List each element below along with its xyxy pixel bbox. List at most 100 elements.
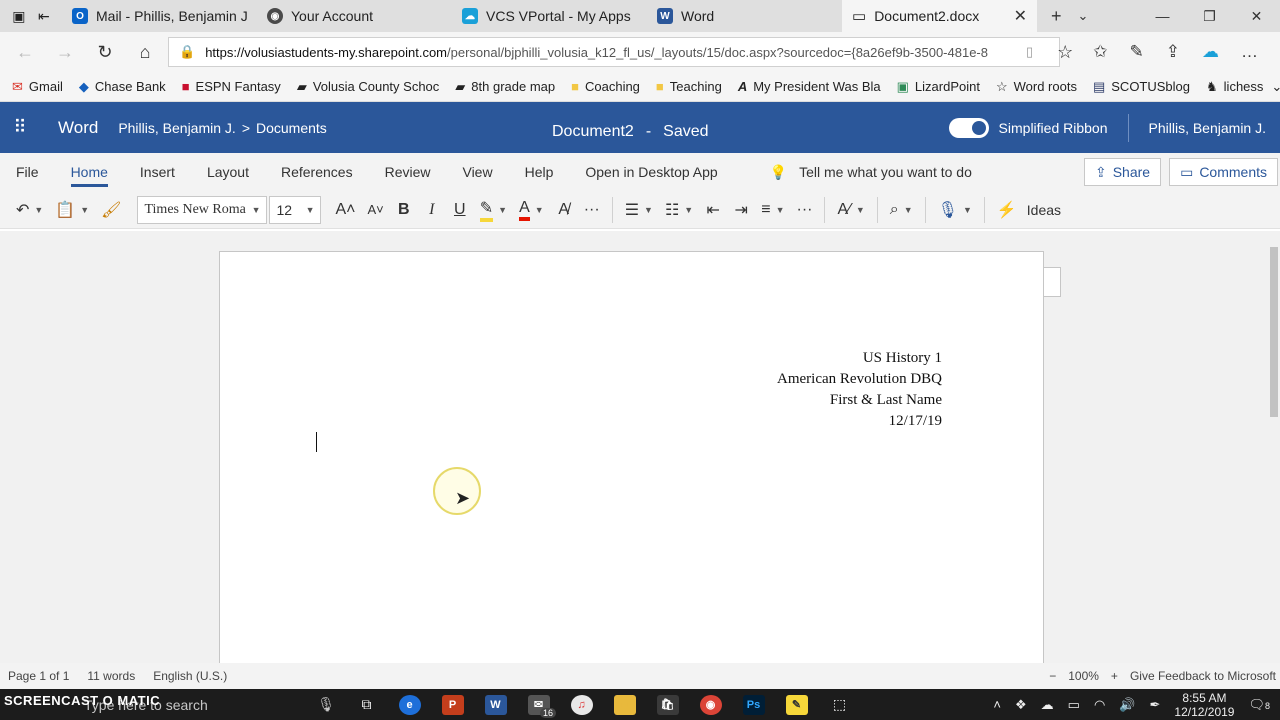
chevron-up-icon[interactable]: ˄ [993, 697, 1001, 712]
comment-margin-tab[interactable] [1044, 267, 1061, 297]
zoom-level[interactable]: 100% [1068, 669, 1099, 683]
shrink-font-button[interactable]: A˅ [362, 195, 390, 225]
decrease-indent-button[interactable]: ⇤ [699, 195, 727, 225]
more-paragraph-options-button[interactable]: ··· [790, 195, 818, 225]
underline-button[interactable]: U [446, 195, 474, 225]
styles-button[interactable]: A⁄ ▼ [831, 195, 870, 225]
vertical-scrollbar[interactable] [1268, 231, 1280, 663]
battery-icon[interactable]: ▭ [1068, 697, 1080, 713]
microphone-icon[interactable]: 🎙 [317, 696, 335, 713]
app-name[interactable]: Word [40, 118, 118, 138]
close-window-icon[interactable]: ✕ [1233, 8, 1280, 25]
document-canvas[interactable]: US History 1 American Revolution DBQ Fir… [0, 231, 1280, 663]
restore-icon[interactable]: ❐ [1186, 8, 1233, 25]
tab-word[interactable]: W Word [647, 0, 842, 32]
taskbar-search[interactable]: SCREENCAST O MATIC Type here to search 🎙 [0, 689, 345, 720]
itunes-button[interactable]: ♫ [560, 689, 603, 720]
scrollbar-thumb[interactable] [1270, 247, 1278, 417]
extension-cloud-icon[interactable]: ☁ [1202, 42, 1219, 62]
tab-insert[interactable]: Insert [140, 153, 189, 191]
refresh-icon[interactable]: ↻ [88, 42, 122, 63]
notification-center-icon[interactable]: 🗨8 [1248, 697, 1270, 713]
share-page-icon[interactable]: ⇪ [1166, 42, 1180, 62]
powerpoint-button[interactable]: P [431, 689, 474, 720]
snip-button[interactable]: ⬚ [818, 689, 861, 720]
simplified-ribbon-toggle[interactable] [948, 117, 989, 138]
document-heading[interactable]: US History 1 American Revolution DBQ Fir… [777, 348, 942, 432]
store-button[interactable]: 🛍 [646, 689, 689, 720]
tab-help[interactable]: Help [525, 153, 568, 191]
numbering-button[interactable]: ☷ ▼ [659, 195, 699, 225]
tab-view[interactable]: View [462, 153, 506, 191]
url-field[interactable]: 🔒 https://volusiastudents-my.sharepoint.… [168, 37, 1060, 67]
give-feedback-link[interactable]: Give Feedback to Microsoft [1130, 669, 1276, 683]
undo-button[interactable]: ↶ ▼ [10, 195, 49, 225]
zoom-out-icon[interactable]: − [1049, 669, 1056, 683]
onedrive-icon[interactable]: ☁ [1041, 697, 1054, 713]
favorite-my-president[interactable]: A My President Was Bla [730, 79, 889, 94]
dictate-button[interactable]: 🎙 ▼ [932, 195, 978, 225]
photoshop-button[interactable]: Ps [732, 689, 775, 720]
find-button[interactable]: ⌕ ▼ [884, 195, 919, 225]
favorite-star-icon[interactable]: ☆ [1057, 42, 1073, 63]
font-color-button[interactable]: A ▼ [513, 195, 550, 225]
favorite-lichess[interactable]: ♞ lichess [1198, 79, 1271, 95]
more-icon[interactable]: … [1241, 42, 1258, 62]
align-button[interactable]: ≡ ▼ [755, 195, 790, 225]
favorite-word-roots[interactable]: ☆ Word roots [988, 79, 1085, 95]
favorite-chase[interactable]: ◆ Chase Bank [71, 79, 174, 95]
tab-references[interactable]: References [281, 153, 367, 191]
wifi-icon[interactable]: ◠ [1094, 697, 1105, 713]
favorite-espn[interactable]: ■ ESPN Fantasy [174, 79, 289, 94]
clock[interactable]: 8:55 AM 12/12/2019 [1174, 691, 1234, 719]
chrome-button[interactable]: ◉ [689, 689, 732, 720]
volume-icon[interactable]: 🔊 [1119, 697, 1135, 713]
zoom-in-icon[interactable]: + [1111, 669, 1118, 683]
pen-icon[interactable]: ✎ [1130, 42, 1144, 62]
italic-button[interactable]: I [418, 195, 446, 225]
sticky-notes-button[interactable]: ✎ [775, 689, 818, 720]
home-icon[interactable]: ⌂ [128, 42, 162, 63]
dropbox-icon[interactable]: ❖ [1015, 697, 1027, 713]
open-in-desktop-app[interactable]: Open in Desktop App [585, 153, 731, 191]
favorite-gmail[interactable]: ✉ Gmail [4, 79, 71, 95]
favorites-overflow-chevron-icon[interactable]: ⌄ [1271, 79, 1280, 95]
favorite-volusia[interactable]: ▰ Volusia County Schoc [289, 79, 447, 95]
tab-file[interactable]: File [16, 153, 53, 191]
close-tab-icon[interactable]: ✕ [1014, 6, 1027, 26]
new-tab-icon[interactable]: + [1051, 6, 1062, 27]
favorite-8th-grade-map[interactable]: ▰ 8th grade map [447, 79, 563, 95]
word-button[interactable]: W [474, 689, 517, 720]
document-title[interactable]: Document2 - Saved [552, 123, 709, 141]
user-name[interactable]: Phillis, Benjamin J. [1149, 120, 1267, 136]
breadcrumb-user[interactable]: Phillis, Benjamin J. [118, 120, 236, 136]
document-page[interactable]: US History 1 American Revolution DBQ Fir… [219, 251, 1044, 663]
tab-vportal[interactable]: ☁ VCS VPortal - My Apps [452, 0, 647, 32]
ideas-button[interactable]: ⚡ Ideas [991, 195, 1067, 225]
app-launcher-icon[interactable]: ⠿ [0, 117, 40, 138]
increase-indent-button[interactable]: ⇥ [727, 195, 755, 225]
task-view-button[interactable]: ⧉ [345, 689, 388, 720]
favorite-coaching[interactable]: ■ Coaching [563, 79, 648, 94]
pen-icon[interactable]: ✒ [1150, 697, 1161, 713]
breadcrumb-folder[interactable]: Documents [256, 120, 327, 136]
font-name-combo[interactable]: Times New Roma ▼ [137, 195, 268, 224]
more-font-options-button[interactable]: ··· [578, 195, 606, 225]
tab-document2[interactable]: ▭ Document2.docx ✕ [842, 0, 1037, 32]
reading-view-icon[interactable]: ▯ [1026, 44, 1033, 60]
forward-icon[interactable]: → [48, 42, 82, 63]
format-painter-button[interactable]: 🖌 [95, 195, 127, 225]
language[interactable]: English (U.S.) [153, 669, 227, 683]
favorites-hub-icon[interactable]: ✩ [1093, 42, 1107, 62]
favorite-scotusblog[interactable]: ▤ SCOTUSblog [1085, 79, 1198, 95]
minimize-icon[interactable]: — [1139, 8, 1186, 24]
mail-button[interactable]: ✉ 16 [517, 689, 560, 720]
bold-button[interactable]: B [390, 195, 418, 225]
favorite-teaching[interactable]: ■ Teaching [648, 79, 730, 94]
font-size-combo[interactable]: 12 ▼ [269, 195, 322, 224]
clear-formatting-button[interactable]: A̸ [550, 195, 578, 225]
back-icon[interactable]: ← [8, 42, 42, 63]
highlight-button[interactable]: ✎ ▼ [474, 195, 513, 225]
tab-manager-icon[interactable]: ▣ [12, 8, 25, 25]
comments-button[interactable]: ▭ Comments [1169, 158, 1278, 186]
